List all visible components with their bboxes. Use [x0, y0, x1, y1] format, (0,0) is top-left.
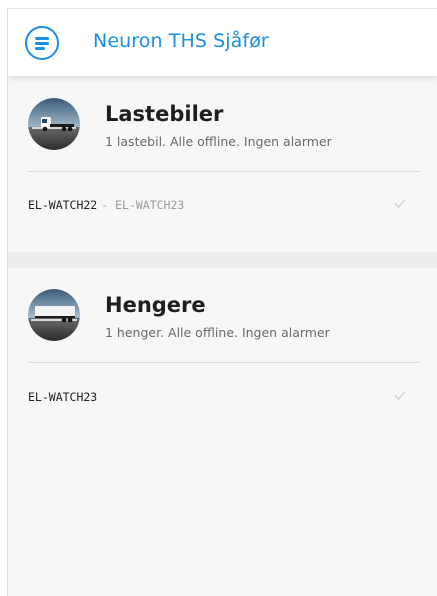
group-title: Hengere — [105, 293, 206, 317]
app-title: Neuron THS Sjåfør — [93, 30, 269, 52]
divider — [28, 362, 420, 363]
list-item-text: EL-WATCH22- EL-WATCH23 — [28, 198, 184, 212]
list-item[interactable]: EL-WATCH23 — [8, 379, 437, 419]
group-summary: 1 henger. Alle offline. Ingen alarmer — [105, 325, 330, 340]
truck-icon — [28, 98, 80, 150]
section-separator — [8, 252, 437, 268]
check-icon — [394, 199, 406, 208]
app-frame: Neuron THS Sjåfør Lastebiler 1 lastebil.… — [7, 8, 437, 596]
check-icon — [394, 391, 406, 400]
group-trucks: Lastebiler 1 lastebil. Alle offline. Ing… — [8, 76, 437, 252]
app-header: Neuron THS Sjåfør — [8, 9, 437, 76]
menu-lines-icon[interactable] — [25, 26, 59, 60]
vehicle-name: EL-WATCH23 — [28, 390, 98, 404]
list-item-text: EL-WATCH23 — [28, 390, 97, 404]
group-title: Lastebiler — [105, 102, 224, 126]
group-trailers: Hengere 1 henger. Alle offline. Ingen al… — [8, 268, 437, 596]
vehicle-name: EL-WATCH22 — [28, 198, 98, 212]
trailer-icon — [28, 289, 80, 341]
vehicle-secondary: - EL-WATCH23 — [101, 198, 185, 212]
group-summary: 1 lastebil. Alle offline. Ingen alarmer — [105, 134, 332, 149]
divider — [28, 171, 420, 172]
list-item[interactable]: EL-WATCH22- EL-WATCH23 — [8, 187, 437, 227]
